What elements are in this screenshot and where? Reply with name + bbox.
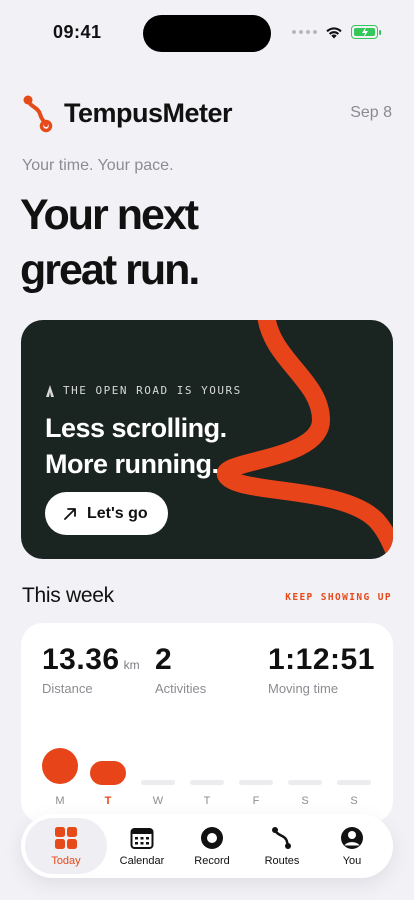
- day-bubble: [90, 761, 126, 785]
- day-empty-bar: [141, 780, 175, 785]
- day-empty-bar: [239, 780, 273, 785]
- tab-today[interactable]: Today: [25, 818, 107, 874]
- stat-activities: 2 Activities: [155, 643, 206, 696]
- hero-eyebrow-text: THE OPEN ROAD IS YOURS: [63, 384, 242, 397]
- day-label: F: [252, 795, 260, 807]
- battery-icon: [351, 25, 381, 39]
- hero-card[interactable]: THE OPEN ROAD IS YOURS Less scrolling. M…: [21, 320, 393, 559]
- day-empty-bar: [190, 780, 224, 785]
- page-headline: Your next great run.: [20, 188, 400, 298]
- app-header: TempusMeter Sep 8: [22, 92, 392, 134]
- signal-icon: [292, 30, 317, 34]
- lets-go-button[interactable]: Let's go: [45, 492, 168, 535]
- route-icon: [272, 826, 291, 849]
- tagline: Your time. Your pace.: [22, 157, 174, 174]
- header-date: Sep 8: [350, 104, 392, 121]
- day-label: M: [55, 795, 65, 807]
- distance-unit: km: [123, 658, 140, 672]
- tab-today-label: Today: [51, 854, 81, 867]
- grid-icon: [55, 826, 77, 849]
- tab-routes-label: Routes: [264, 854, 300, 867]
- road-icon: [46, 384, 54, 397]
- headline-line-1: Your next: [20, 191, 199, 239]
- headline-line-2: great run.: [20, 246, 200, 294]
- stat-moving-time: 1:12:51 Moving time: [268, 643, 375, 696]
- tab-record[interactable]: Record: [177, 818, 247, 874]
- dynamic-island: [143, 15, 271, 52]
- day-label: S: [350, 795, 358, 807]
- tab-bar: Today Calendar Record Routes You: [21, 814, 393, 878]
- tab-record-label: Record: [194, 854, 230, 867]
- logo-icon: [23, 95, 53, 133]
- status-time: 09:41: [53, 22, 102, 42]
- tab-you-label: You: [342, 854, 362, 867]
- activities-value: 2: [155, 643, 173, 676]
- day-empty-bar: [288, 780, 322, 785]
- day-label: W: [152, 795, 164, 807]
- person-icon: [341, 826, 363, 849]
- hero-eyebrow: THE OPEN ROAD IS YOURS: [45, 384, 242, 397]
- day-label-today: T: [104, 795, 112, 807]
- arrow-up-right-icon: [64, 507, 76, 520]
- this-week-title: This week: [22, 584, 114, 607]
- day-empty-bar: [337, 780, 371, 785]
- stat-distance: 13.36 km Distance: [42, 643, 140, 696]
- tab-calendar-label: Calendar: [119, 854, 165, 867]
- tab-you[interactable]: You: [317, 818, 387, 874]
- moving-time-value: 1:12:51: [268, 643, 375, 676]
- moving-time-label: Moving time: [268, 681, 339, 696]
- record-icon: [201, 826, 223, 849]
- keep-showing-up-link[interactable]: KEEP SHOWING UP: [285, 592, 392, 603]
- distance-value: 13.36: [42, 643, 120, 676]
- wifi-icon: [326, 27, 342, 39]
- hero-title-line-2: More running.: [45, 449, 219, 479]
- tab-routes[interactable]: Routes: [247, 818, 317, 874]
- hero-title-line-1: Less scrolling.: [45, 413, 227, 443]
- activities-label: Activities: [155, 681, 207, 696]
- app-name: TempusMeter: [64, 97, 233, 128]
- day-label: T: [203, 795, 211, 807]
- tab-calendar[interactable]: Calendar: [107, 818, 177, 874]
- calendar-icon: [130, 827, 154, 849]
- distance-label: Distance: [42, 681, 93, 696]
- hero-title: Less scrolling. More running.: [45, 410, 227, 482]
- day-label: S: [301, 795, 309, 807]
- week-activity-bars: M T W T F S S: [35, 743, 379, 807]
- status-bar: 09:41: [0, 0, 414, 60]
- lets-go-label: Let's go: [87, 504, 148, 522]
- status-icons: [292, 25, 381, 39]
- day-bubble: [42, 748, 78, 784]
- week-summary-card[interactable]: 13.36 km Distance 2 Activities 1:12:51 Mo…: [21, 623, 393, 823]
